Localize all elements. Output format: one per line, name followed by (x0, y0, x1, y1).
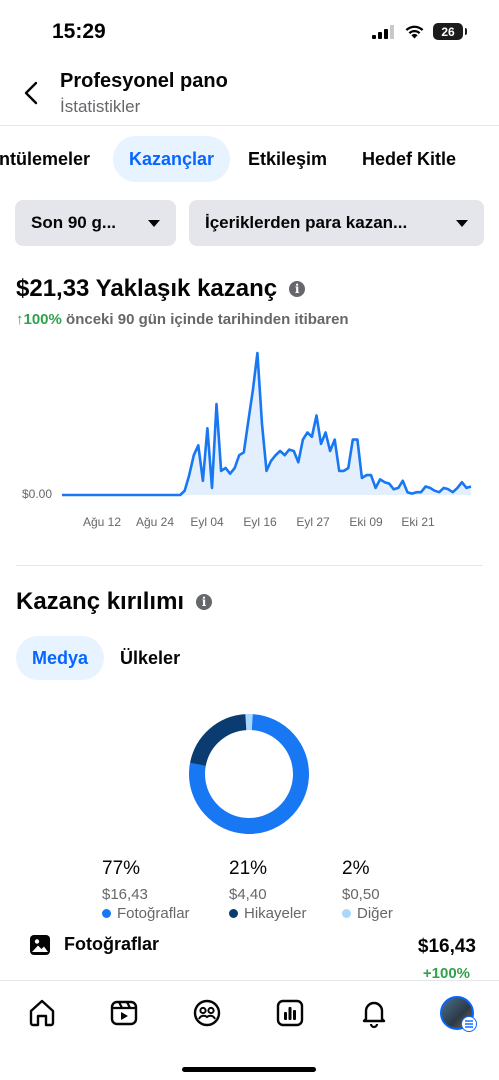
home-icon (29, 999, 55, 1027)
tab-audience[interactable]: Hedef Kitle (362, 136, 456, 182)
chart-area (62, 353, 471, 495)
tab-views[interactable]: ntülemeler (0, 136, 90, 182)
x-tick-label: Ağu 12 (83, 515, 121, 529)
earnings-title: $21,33 Yaklaşık kazanç (16, 275, 278, 302)
stat-photos: 77% $16,43 Fotoğraflar (102, 858, 190, 922)
stat-pct: 2% (342, 858, 370, 879)
legend-item: Fotoğraflar (102, 905, 190, 922)
caret-down-icon (456, 219, 468, 227)
breakdown-segments: Medya Ülkeler (16, 636, 196, 680)
legend-label: Diğer (357, 905, 393, 922)
content-dropdown[interactable]: İçeriklerden para kazan... (189, 200, 484, 246)
earnings-change-pct: ↑100% (16, 311, 62, 328)
x-tick-label: Eki 09 (349, 515, 383, 529)
nav-home[interactable] (24, 995, 60, 1031)
legend-dot (102, 909, 111, 918)
nav-notifications[interactable] (356, 995, 392, 1031)
avatar (440, 996, 477, 1032)
battery-icon: 26 (433, 23, 467, 40)
stat-value: $4,40 (229, 886, 267, 903)
wifi-icon (405, 25, 424, 39)
stat-value: $16,43 (102, 886, 148, 903)
chevron-left-icon (24, 81, 38, 105)
page-title: Profesyonel pano (60, 70, 228, 92)
legend-item: Hikayeler (229, 905, 307, 922)
stat-pct: 21% (229, 858, 268, 879)
caret-down-icon (148, 219, 160, 227)
breakdown-title: Kazanç kırılımı (16, 588, 185, 615)
x-tick-label: Eyl 04 (190, 515, 224, 529)
legend-label: Hikayeler (244, 905, 307, 922)
dashboard-icon (276, 999, 304, 1027)
status-icons: 26 (372, 23, 467, 40)
bottom-nav (0, 980, 499, 1080)
nav-profile[interactable] (439, 995, 477, 1032)
nav-dashboard[interactable] (272, 995, 308, 1031)
segment-countries[interactable]: Ülkeler (104, 636, 196, 680)
period-dropdown[interactable]: Son 90 g... (15, 200, 176, 246)
header: Profesyonel pano İstatistikler (0, 66, 499, 126)
stat-other: 2% $0,50 Diğer (342, 858, 393, 922)
breakdown-donut (189, 714, 309, 834)
x-tick-label: Eki 21 (401, 515, 435, 529)
status-time: 15:29 (52, 20, 106, 43)
legend-item: Diğer (342, 905, 393, 922)
page-subtitle: İstatistikler (60, 97, 141, 116)
period-dropdown-label: Son 90 g... (31, 213, 117, 232)
stat-stories: 21% $4,40 Hikayeler (229, 858, 307, 922)
signal-icon (372, 24, 394, 39)
row-value: $16,43 (417, 936, 476, 957)
battery-level: 26 (441, 24, 455, 39)
x-tick-label: Ağu 24 (136, 515, 174, 529)
photo-icon (30, 935, 50, 955)
breakdown-row-photos[interactable]: Fotoğraflar $16,43 +100% (16, 932, 486, 983)
content-dropdown-label: İçeriklerden para kazan... (205, 213, 408, 232)
status-bar: 15:29 26 (0, 0, 499, 66)
nav-reels[interactable] (106, 995, 142, 1031)
section-divider (16, 565, 483, 566)
row-label: Fotoğraflar (64, 934, 160, 954)
menu-icon (461, 1016, 477, 1032)
earnings-chart: $0.00 Ağu 12 Ağu 24 Eyl 04 Eyl 16 Eyl 27 Eki 0… (0, 340, 499, 540)
earnings-change-desc: önceki 90 gün içinde tarihinden itibaren (61, 311, 349, 328)
earnings-chart-svg: $0.00 Ağu 12 Ağu 24 Eyl 04 Eyl 16 Eyl 27 Eki 0… (22, 351, 472, 529)
x-tick-label: Eyl 27 (296, 515, 330, 529)
stat-pct: 77% (102, 858, 141, 879)
x-tick-label: Eyl 16 (243, 515, 277, 529)
legend-dot (229, 909, 238, 918)
tab-engagement[interactable]: Etkileşim (248, 136, 327, 182)
reels-icon (110, 1000, 138, 1026)
filter-bar: Son 90 g... İçeriklerden para kazan... (0, 200, 499, 248)
breakdown-heading: Kazanç kırılımı i (16, 588, 213, 616)
home-indicator (182, 1067, 316, 1072)
segment-media[interactable]: Medya (16, 636, 105, 680)
legend-dot (342, 909, 351, 918)
nav-friends[interactable] (189, 995, 225, 1031)
back-button[interactable] (16, 78, 46, 108)
tab-earnings[interactable]: Kazançlar (113, 136, 231, 182)
legend-label: Fotoğraflar (117, 905, 190, 922)
earnings-change: ↑100% önceki 90 gün içinde tarihinden it… (16, 311, 349, 328)
stat-value: $0,50 (342, 886, 380, 903)
tab-bar: ntülemeler Kazançlar Etkileşim Hedef Kit… (0, 136, 499, 184)
bell-icon (362, 1001, 386, 1029)
info-icon[interactable]: i (196, 594, 213, 610)
friends-icon (193, 999, 221, 1027)
earnings-heading: $21,33 Yaklaşık kazanç i (16, 275, 306, 303)
donut-slice (189, 714, 309, 834)
y-tick-label: $0.00 (22, 487, 52, 501)
info-icon[interactable]: i (289, 281, 306, 297)
